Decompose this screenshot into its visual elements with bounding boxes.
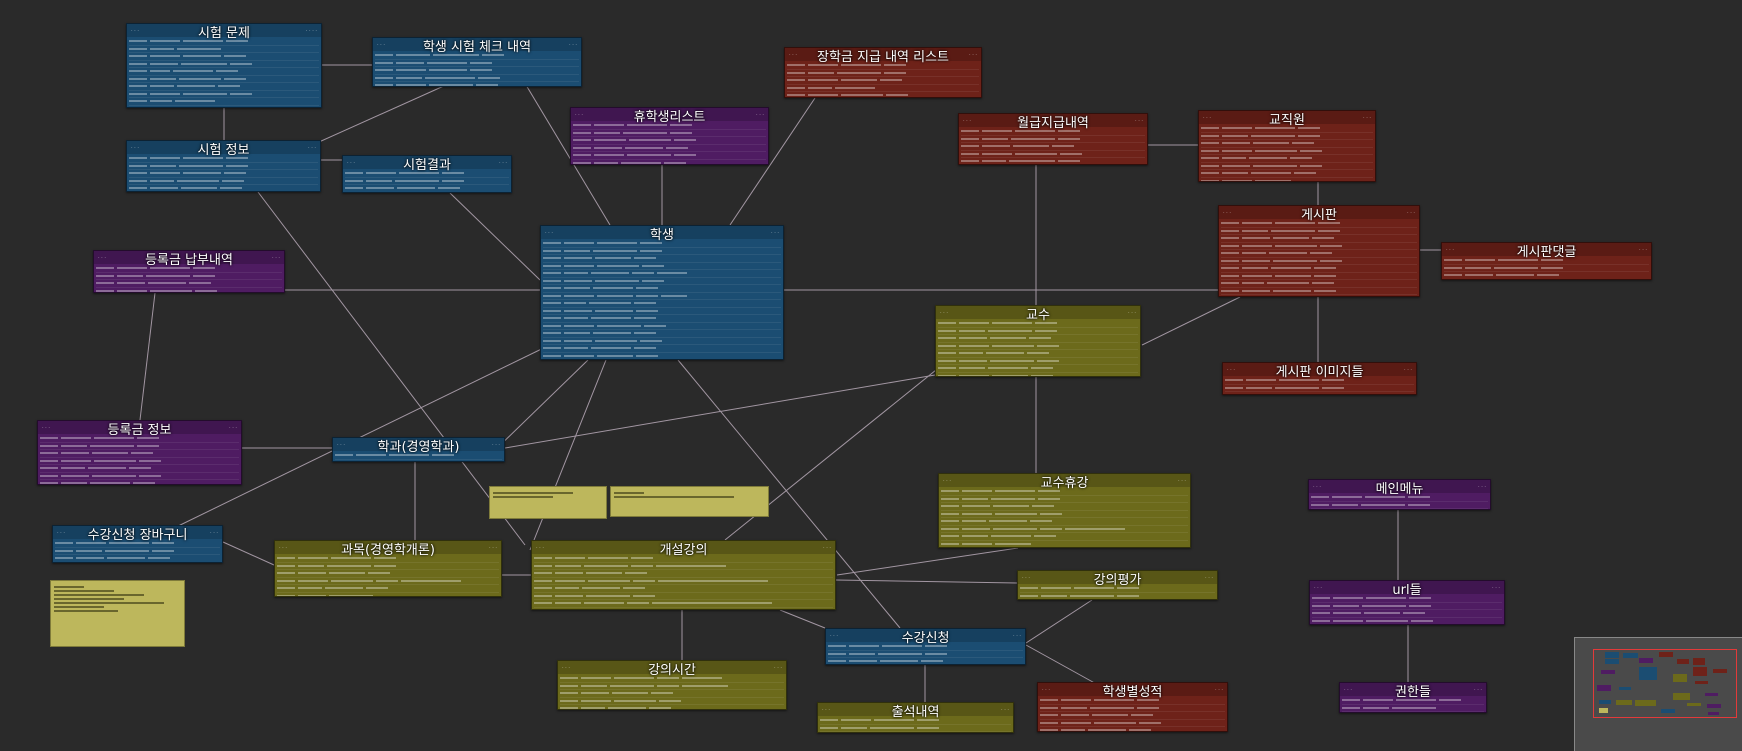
table-title: 메인메뉴 [1375,482,1424,497]
table-rows [127,37,321,107]
link-subject-enroll-cart [222,541,275,566]
table-main-menu[interactable]: · · · · · · 메인메뉴 [1308,479,1491,510]
table-title: 권한들 [1395,685,1431,700]
table-title: 수강신청 [901,631,950,646]
table-title: url들 [1392,583,1422,598]
table-professor[interactable]: · · · · · · 교수 [935,305,1141,377]
table-subject[interactable]: · · · · · · 과목(경영학개론) [274,540,502,597]
table-department[interactable]: · · · · · · 학과(경영학과) [332,437,505,462]
table-enrollment[interactable]: · · · · · · 수강신청 [825,628,1026,665]
table-title: 학생 시험 체크 내역 [422,40,532,55]
link-enrollment-eval [1025,599,1093,644]
table-title: 교수휴강 [1040,476,1089,491]
table-title: 출석내역 [891,705,940,720]
table-tuition-info[interactable]: · · · · · · 등록금 정보 [37,420,242,485]
table-title: 등록금 납부내역 [145,253,233,268]
table-title: 과목(경영학개론) [341,543,435,558]
table-urls[interactable]: · · · · · · url들 [1309,580,1505,625]
link-open-lecture-enrollment [779,609,826,629]
table-rows [38,434,241,484]
sticky-note[interactable] [50,580,185,647]
table-scholarship-payment[interactable]: · · · · · · 장학금 지급 내역 리스트 [784,47,982,98]
table-title: 강의시간 [648,663,696,678]
table-title: 시험 문제 [198,26,250,41]
table-rows [1310,594,1504,624]
table-title: 개설강의 [659,543,708,558]
table-title: 강의평가 [1093,573,1142,588]
table-title: 게시판 이미지들 [1275,365,1364,380]
table-salary-payment[interactable]: · · · · · · 월급지급내역 [958,113,1148,165]
table-board-images[interactable]: · · · · · · 게시판 이미지들 [1222,362,1417,395]
link-student-open-lecture [529,359,607,551]
table-tuition-payment[interactable]: · · · · · · 등록금 납부내역 [93,250,285,293]
link-department-professor [504,374,936,449]
table-rows [939,487,1190,547]
sticky-note[interactable] [489,486,607,519]
table-rows [959,127,1147,164]
table-rows [1219,219,1419,296]
table-board-comment[interactable]: · · · · · · 게시판댓글 [1441,242,1652,280]
table-rows [541,239,783,359]
table-rows [936,319,1140,376]
link-enrollment-grades [1025,644,1101,687]
table-professor-leave[interactable]: · · · · · · 교수휴강 [938,473,1191,548]
table-open-lecture[interactable]: · · · · · · 개설강의 [531,540,836,610]
table-rows [571,121,768,164]
table-rows [532,554,835,609]
table-rows [94,264,284,292]
sticky-note[interactable] [610,486,769,517]
link-exam-result-student [449,192,541,281]
table-title: 교직원 [1269,113,1305,128]
table-title: 교수 [1026,308,1050,323]
link-open-lecture-eval [835,579,1018,584]
minimap[interactable] [1574,637,1742,751]
table-title: 월급지급내역 [1017,116,1089,131]
table-student-exam-check[interactable]: · · · · · · 학생 시험 체크 내역 [372,37,582,87]
link-exam-info-enroll [257,191,526,546]
table-title: 게시판댓글 [1516,245,1577,260]
table-board[interactable]: · · · · · · 게시판 [1218,205,1420,297]
link-tuition-payment-tuition-info [139,292,156,421]
link-prof-leave-open-lecture [836,547,1019,576]
table-title: 등록금 정보 [107,423,172,438]
table-title: 시험결과 [403,158,451,173]
table-staff[interactable]: · · · · · · 교직원 [1198,110,1376,182]
table-lecture-eval[interactable]: · · · · · · 강의평가 [1017,570,1218,600]
table-rows [785,61,981,97]
table-rows [558,674,786,709]
table-grades[interactable]: · · · · · · 학생별성적 [1037,682,1228,732]
table-exam-info[interactable]: · · · · · · 시험 정보 [126,140,321,192]
table-rows [275,554,501,596]
table-permissions[interactable]: · · · · · · 권한들 [1339,682,1487,713]
table-rows [1199,124,1375,181]
table-enroll-cart[interactable]: · · · · · · 수강신청 장바구니 [52,525,223,563]
table-title: 학생별성적 [1102,685,1163,700]
table-leave-student-list[interactable]: · · · · · · 휴학생리스트 [570,107,769,165]
table-rows [1038,696,1227,731]
table-exam-question[interactable]: · · · · · · · 시험 문제 [126,23,322,108]
table-title: 학생 [650,228,674,243]
table-exam-result[interactable]: · · · · · · 시험결과 [342,155,512,193]
table-rows [127,154,320,191]
erd-canvas[interactable]: · · · · · · · 시험 문제 · · · · · · 학생 시험 체크 내… [0,0,1742,751]
table-rows [373,51,581,86]
table-attendance[interactable]: · · · · · · 출석내역 [817,702,1014,733]
table-title: 게시판 [1301,208,1337,223]
table-title: 수강신청 장바구니 [87,528,188,543]
table-title: 장학금 지급 내역 리스트 [817,50,949,65]
table-title: 학과(경영학과) [377,440,460,455]
table-student[interactable]: · · · · · · 학생 [540,225,784,360]
link-board-professor [1141,296,1241,346]
table-title: 휴학생리스트 [633,110,706,125]
table-title: 시험 정보 [197,143,250,158]
table-lecture-time[interactable]: · · · · · · 강의시간 [557,660,787,710]
